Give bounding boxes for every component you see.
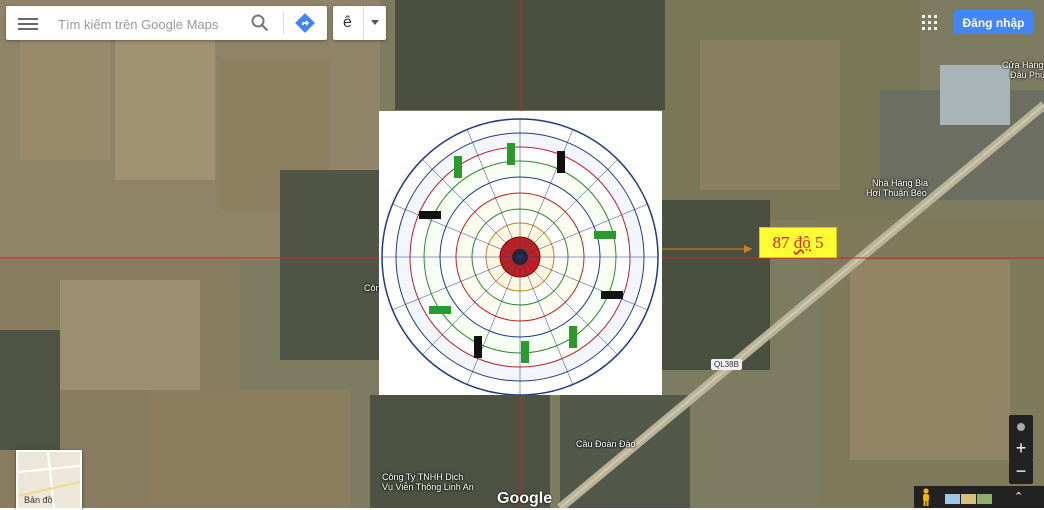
menu-icon[interactable] [18, 15, 38, 31]
map-label-dau-phu[interactable]: Đậu Phụ [1010, 70, 1044, 80]
map-label-hoi-thuan-beo[interactable]: Hơi Thuận Béo [866, 188, 927, 198]
search-box [6, 6, 327, 40]
language-value: ê [343, 14, 352, 31]
imagery-thumbnails[interactable] [945, 491, 995, 504]
map-type-label: Bản đồ [24, 495, 53, 505]
zoom-in-button[interactable]: + [1009, 437, 1033, 461]
search-divider [283, 12, 284, 34]
feng-shui-compass-graphic [381, 118, 659, 396]
map-label-cua-hang[interactable]: Cửa Hàng [1002, 60, 1044, 70]
satellite-map[interactable]: Cửa Hàng Đậu Phụ Nhà Hàng Bia Hơi Thuận … [0, 0, 1044, 508]
language-selector[interactable]: ê [333, 6, 386, 40]
search-icon[interactable] [251, 14, 269, 32]
map-type-toggle[interactable]: Bản đồ [16, 450, 82, 510]
bearing-label: 87 độ 5 [759, 227, 837, 258]
map-label-nha-hang-bia[interactable]: Nhà Hàng Bia [872, 178, 928, 188]
road-label-ql38b: QL38B [711, 359, 742, 370]
pegman-icon[interactable] [920, 488, 932, 506]
compass-icon[interactable] [1009, 415, 1033, 439]
compass-overlay-image [379, 111, 662, 396]
map-label-cau-doan-dao[interactable]: Cầu Đoàn Đào [576, 439, 636, 449]
expand-icon[interactable]: ⌃ [1014, 490, 1026, 504]
zoom-out-button[interactable]: − [1009, 460, 1033, 484]
apps-grid-icon[interactable] [922, 15, 937, 30]
map-label-cong-ty-2[interactable]: Vụ Viễn Thông Linh An [382, 482, 474, 492]
bearing-label-text: 87 độ 5 [772, 233, 824, 252]
map-label-cong-ty-1[interactable]: Công Ty TNHH Dịch [382, 472, 463, 482]
language-divider [363, 6, 364, 40]
caret-down-icon[interactable] [371, 20, 379, 25]
signin-button[interactable]: Đăng nhập [954, 10, 1033, 34]
directions-icon[interactable] [295, 13, 315, 33]
google-logo: Google [497, 490, 553, 507]
search-input[interactable] [56, 13, 250, 35]
